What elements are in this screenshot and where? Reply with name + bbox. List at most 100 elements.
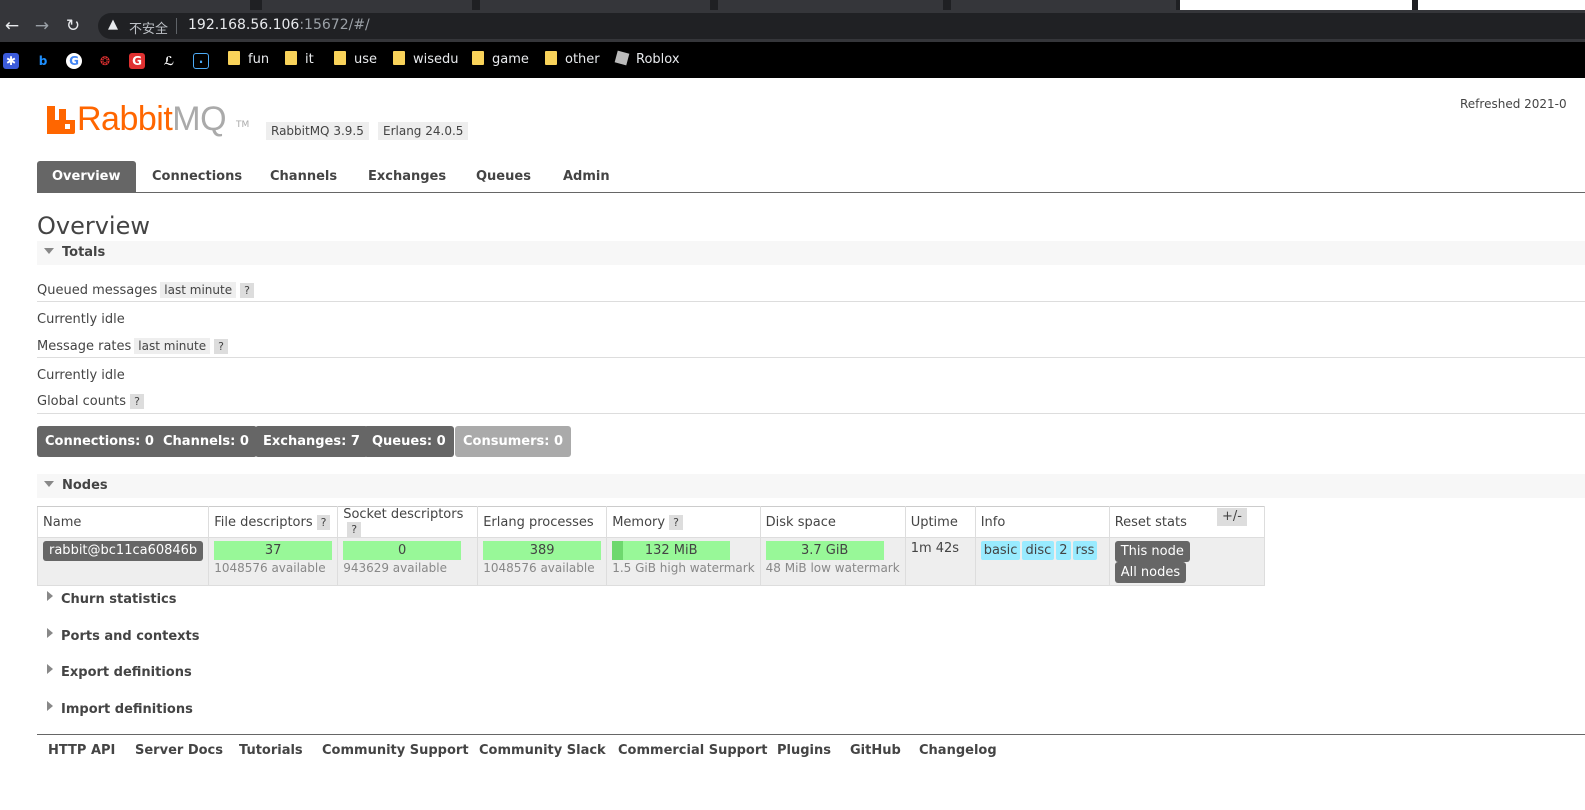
column-header: Memory? xyxy=(606,506,761,538)
section-title: Ports and contexts xyxy=(61,629,200,644)
tab-connections[interactable]: Connections xyxy=(137,161,257,193)
file-descriptors-cell: 37 1048576 available xyxy=(208,537,339,586)
footer-link-commercial-support[interactable]: Commercial Support xyxy=(618,743,768,758)
folder-icon xyxy=(472,51,484,65)
address-bar[interactable]: ▲ 不安全 192.168.56.106:15672/#/ xyxy=(98,13,1585,39)
bookmark-roblox[interactable]: Roblox xyxy=(614,50,680,69)
channels-count[interactable]: Channels: 0 xyxy=(155,426,257,457)
baidu-icon[interactable]: ✱ xyxy=(3,53,19,69)
memory-bar-fill xyxy=(612,541,623,560)
bookmark-folder-use[interactable]: use xyxy=(334,51,377,69)
g-bookmark-icon[interactable]: G xyxy=(129,53,145,69)
section-churn-statistics[interactable]: Churn statistics xyxy=(37,588,1585,612)
memory-cell: 132 MiB 1.5 GiB high watermark xyxy=(606,537,761,586)
nodes-table: Name File descriptors? Socket descriptor… xyxy=(36,506,1265,586)
consumers-count[interactable]: Consumers: 0 xyxy=(455,426,572,457)
help-button[interactable]: ? xyxy=(347,522,362,537)
tab-queues[interactable]: Queues xyxy=(461,161,546,193)
queues-count[interactable]: Queues: 0 xyxy=(364,426,454,457)
connections-count[interactable]: Connections: 0 xyxy=(37,426,162,457)
browser-tab[interactable] xyxy=(480,0,710,10)
divider xyxy=(37,357,1585,358)
column-header: Erlang processes xyxy=(477,506,608,538)
erlang-processes-available: 1048576 available xyxy=(483,561,595,575)
bookmark-label: it xyxy=(305,52,314,67)
folder-icon xyxy=(545,51,557,65)
collapse-icon xyxy=(44,481,54,487)
back-icon[interactable]: ← xyxy=(1,15,23,37)
bookmark-folder-other[interactable]: other xyxy=(545,51,600,69)
node-name-link[interactable]: rabbit@bc11ca60846b xyxy=(43,541,204,561)
bing-icon[interactable]: b xyxy=(35,53,51,69)
folder-icon xyxy=(393,51,405,65)
script-bookmark-icon[interactable]: ℒ xyxy=(161,53,177,69)
help-button[interactable]: ? xyxy=(130,394,144,409)
section-totals-header[interactable]: Totals xyxy=(37,241,1585,265)
browser-tab[interactable] xyxy=(0,0,250,10)
global-counts-label: Global counts xyxy=(37,394,127,409)
browser-tab[interactable] xyxy=(718,0,943,10)
reset-all-nodes-button[interactable]: All nodes xyxy=(1114,562,1187,583)
column-toggle-button[interactable]: +/- xyxy=(1217,508,1247,526)
queued-messages-row: Queued messages last minute? xyxy=(37,282,254,298)
trademark: TM xyxy=(236,120,250,130)
red-bookmark-icon[interactable]: ❂ xyxy=(97,53,113,69)
footer-link-community-slack[interactable]: Community Slack xyxy=(479,743,606,758)
help-button[interactable]: ? xyxy=(240,283,254,298)
bookmark-folder-fun[interactable]: fun xyxy=(228,51,269,69)
reset-this-node-button[interactable]: This node xyxy=(1114,541,1190,562)
section-nodes-header[interactable]: Nodes xyxy=(37,474,1585,498)
section-import-definitions[interactable]: Import definitions xyxy=(37,698,1585,722)
browser-tab[interactable] xyxy=(1418,0,1585,10)
section-ports-and-contexts[interactable]: Ports and contexts xyxy=(37,625,1585,649)
tab-exchanges[interactable]: Exchanges xyxy=(353,161,461,193)
bookmark-folder-wisedu[interactable]: wisedu xyxy=(393,51,459,69)
tab-admin[interactable]: Admin xyxy=(548,161,625,193)
bilibili-icon[interactable]: · xyxy=(193,53,209,69)
tab-channels[interactable]: Channels xyxy=(255,161,352,193)
help-button[interactable]: ? xyxy=(316,514,331,530)
help-button[interactable]: ? xyxy=(214,339,228,354)
info-tag: basic xyxy=(980,541,1021,560)
range-selector[interactable]: last minute xyxy=(134,338,211,354)
google-icon[interactable]: G xyxy=(66,53,82,69)
browser-tab-active[interactable] xyxy=(1180,0,1412,10)
bookmark-folder-game[interactable]: game xyxy=(472,51,529,69)
footer-link-community-support[interactable]: Community Support xyxy=(322,743,469,758)
footer-link-tutorials[interactable]: Tutorials xyxy=(239,743,303,758)
footer-link-changelog[interactable]: Changelog xyxy=(919,743,997,758)
bookmark-folder-it[interactable]: it xyxy=(285,51,314,69)
memory-watermark: 1.5 GiB high watermark xyxy=(612,561,755,575)
global-counts-row: Global counts? xyxy=(37,394,144,409)
footer-link-server-docs[interactable]: Server Docs xyxy=(135,743,223,758)
section-title: Totals xyxy=(62,245,106,260)
url-text[interactable]: 192.168.56.106:15672/#/ xyxy=(188,17,370,33)
divider xyxy=(37,301,1585,302)
url-path: :15672/#/ xyxy=(299,17,370,33)
uptime-value: 1m 42s xyxy=(910,541,960,556)
erlang-version: Erlang 24.0.5 xyxy=(378,122,469,140)
refreshed-timestamp[interactable]: Refreshed 2021-0 xyxy=(1460,97,1567,111)
range-selector[interactable]: last minute xyxy=(160,282,237,298)
help-button[interactable]: ? xyxy=(669,514,683,530)
browser-toolbar: ← → ↻ ▲ 不安全 192.168.56.106:15672/#/ xyxy=(0,10,1585,42)
reload-icon[interactable]: ↻ xyxy=(62,15,84,37)
column-header: Name xyxy=(36,506,210,538)
forward-icon[interactable]: → xyxy=(31,15,53,37)
browser-tab[interactable] xyxy=(951,0,1176,10)
browser-tab[interactable] xyxy=(262,0,472,10)
security-label: 不安全 xyxy=(129,22,169,37)
table-header-row: Name File descriptors? Socket descriptor… xyxy=(36,506,1265,538)
tab-overview[interactable]: Overview xyxy=(37,161,136,193)
message-rates-row: Message rates last minute? xyxy=(37,338,228,354)
section-export-definitions[interactable]: Export definitions xyxy=(37,661,1585,685)
section-title: Churn statistics xyxy=(61,592,177,607)
footer-link-plugins[interactable]: Plugins xyxy=(777,743,831,758)
info-cell: basic disc 2 rss xyxy=(974,537,1110,586)
reset-stats-cell: This nodeAll nodes xyxy=(1108,537,1265,586)
roblox-icon xyxy=(614,50,630,66)
node-name-cell: rabbit@bc11ca60846b xyxy=(36,537,210,586)
footer-link-http-api[interactable]: HTTP API xyxy=(48,743,115,758)
exchanges-count[interactable]: Exchanges: 7 xyxy=(255,426,368,457)
footer-link-github[interactable]: GitHub xyxy=(850,743,901,758)
